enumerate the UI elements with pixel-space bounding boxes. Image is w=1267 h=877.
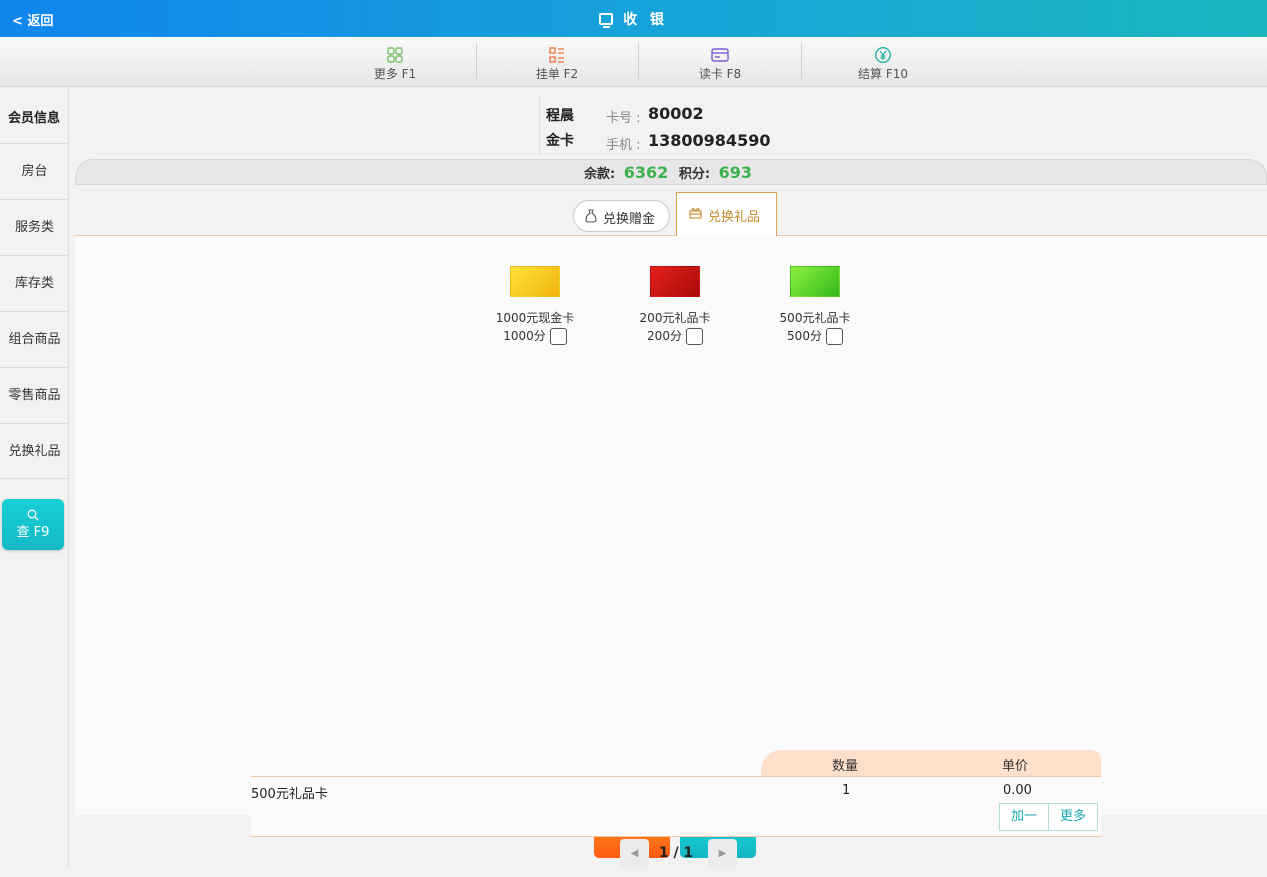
- points-value: 693: [718, 163, 752, 182]
- gift-points: 200分: [647, 329, 682, 343]
- points-label: 积分:: [678, 167, 711, 182]
- qty-header: 数量: [831, 759, 858, 774]
- top-bar: < 返回 收 银: [0, 0, 1267, 37]
- sidebar-item-rooms[interactable]: 房台: [0, 143, 69, 199]
- cart-item-price: 0.00: [1003, 783, 1032, 798]
- grid-icon: [387, 47, 403, 63]
- tab-exchange-cash[interactable]: 兑换赠金: [573, 200, 670, 232]
- sidebar-item-inventory[interactable]: 库存类: [0, 255, 69, 311]
- tab-exchange-cash-label: 兑换赠金: [603, 212, 656, 227]
- gift-name: 200元礼品卡: [639, 311, 711, 325]
- tab-exchange-gift-label: 兑换礼品: [708, 210, 761, 225]
- gift-points: 500分: [787, 329, 822, 343]
- gift-checkbox[interactable]: [549, 327, 567, 345]
- monitor-icon: [599, 13, 614, 28]
- gift-icon: [689, 208, 702, 219]
- sidebar-item-combo[interactable]: 组合商品: [0, 311, 69, 367]
- gift-checkbox[interactable]: [825, 327, 843, 345]
- sidebar-item-gifts[interactable]: 兑换礼品: [0, 423, 69, 479]
- checkout-button-label: 结算 F10: [858, 67, 908, 81]
- toolbar: 更多 F1 挂单 F2 读卡 F8 结算 F10: [0, 37, 1267, 87]
- member-divider: [539, 97, 540, 155]
- add-one-button[interactable]: 加一: [999, 803, 1049, 831]
- page-title-text: 收 银: [623, 12, 668, 28]
- gift-item[interactable]: 500元礼品卡 500分: [745, 266, 885, 345]
- gift-item[interactable]: 1000元现金卡 1000分: [465, 266, 605, 345]
- read-card-button[interactable]: 读卡 F8: [639, 44, 801, 82]
- search-button[interactable]: 查 F9: [2, 499, 64, 550]
- member-name: 程晨: [546, 108, 574, 124]
- sidebar-item-retail[interactable]: 零售商品: [0, 367, 69, 423]
- sidebar-heading: 会员信息: [8, 111, 61, 126]
- balance-label: 余款:: [584, 167, 616, 182]
- exchange-tabs: 兑换赠金 兑换礼品: [75, 185, 1267, 237]
- hold-order-button-label: 挂单 F2: [535, 67, 579, 81]
- more-options-button[interactable]: 更多: [1048, 803, 1098, 831]
- phone-label: 手机 :: [606, 138, 641, 153]
- gift-item[interactable]: 200元礼品卡 200分: [605, 266, 745, 345]
- cart-item-qty: 1: [842, 783, 851, 798]
- card-icon: [711, 48, 729, 62]
- checkout-button[interactable]: 结算 F10: [802, 44, 964, 82]
- prev-page-button[interactable]: ◀: [620, 839, 649, 868]
- gift-list: 1000元现金卡 1000分 200元礼品卡 200分 500元礼品卡 500分: [75, 236, 1267, 815]
- cart-divider: [251, 776, 1101, 777]
- cart-item-name: 500元礼品卡: [251, 787, 328, 802]
- phone-value: 13800984590: [648, 131, 771, 150]
- gift-points: 1000分: [503, 329, 546, 343]
- cart-panel: 数量 单价 500元礼品卡 1 0.00 加一 更多: [251, 750, 1101, 837]
- search-button-label: 查 F9: [16, 525, 50, 540]
- next-page-button[interactable]: ▶: [708, 839, 737, 868]
- price-header: 单价: [1001, 759, 1028, 774]
- gift-card-image: [790, 266, 840, 297]
- yen-icon: [874, 46, 892, 64]
- balance-bar: 余款: 6362 积分: 693: [75, 159, 1267, 185]
- card-no-label: 卡号 :: [606, 111, 641, 126]
- tab-exchange-gift[interactable]: 兑换礼品: [676, 192, 777, 237]
- list-icon: [549, 47, 564, 63]
- more-button-label: 更多 F1: [373, 67, 417, 81]
- sidebar: 会员信息 房台 服务类 库存类 组合商品 零售商品 兑换礼品 查 F9: [0, 88, 69, 867]
- gift-name: 1000元现金卡: [495, 311, 575, 325]
- member-level: 金卡: [546, 133, 574, 149]
- gift-card-image: [510, 266, 560, 297]
- gift-checkbox[interactable]: [685, 327, 703, 345]
- sidebar-item-services[interactable]: 服务类: [0, 199, 69, 255]
- gift-card-image: [650, 266, 700, 297]
- money-bag-icon: [585, 209, 597, 223]
- gift-name: 500元礼品卡: [779, 311, 851, 325]
- more-button[interactable]: 更多 F1: [314, 44, 476, 82]
- hold-order-button[interactable]: 挂单 F2: [476, 44, 638, 82]
- page-indicator: 1 / 1: [658, 845, 694, 861]
- search-icon: [27, 509, 39, 521]
- card-no-value: 80002: [648, 104, 704, 123]
- read-card-button-label: 读卡 F8: [698, 67, 742, 81]
- balance-value: 6362: [623, 163, 669, 182]
- page-title: 收 银: [0, 9, 1267, 29]
